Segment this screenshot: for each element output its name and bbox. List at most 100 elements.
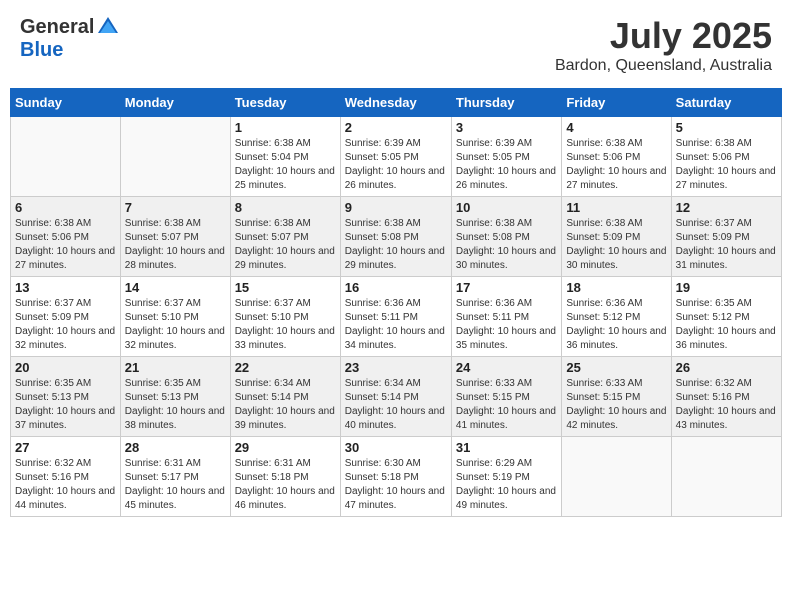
day-number: 30: [345, 440, 447, 455]
day-number: 21: [125, 360, 226, 375]
day-number: 12: [676, 200, 777, 215]
day-number: 3: [456, 120, 557, 135]
header-monday: Monday: [120, 89, 230, 117]
day-number: 15: [235, 280, 336, 295]
table-row: 27 Sunrise: 6:32 AMSunset: 5:16 PMDayligh…: [11, 437, 121, 517]
table-row: 6 Sunrise: 6:38 AMSunset: 5:06 PMDaylight…: [11, 197, 121, 277]
table-row: 12 Sunrise: 6:37 AMSunset: 5:09 PMDayligh…: [671, 197, 781, 277]
day-number: 14: [125, 280, 226, 295]
header-friday: Friday: [562, 89, 671, 117]
month-year-title: July 2025: [555, 15, 772, 57]
day-number: 18: [566, 280, 666, 295]
day-number: 29: [235, 440, 336, 455]
day-number: 6: [15, 200, 116, 215]
day-info: Sunrise: 6:31 AMSunset: 5:17 PMDaylight:…: [125, 457, 226, 513]
day-info: Sunrise: 6:33 AMSunset: 5:15 PMDaylight:…: [566, 377, 666, 433]
day-number: 19: [676, 280, 777, 295]
calendar-week-row: 20 Sunrise: 6:35 AMSunset: 5:13 PMDayligh…: [11, 357, 782, 437]
logo-blue-text: Blue: [20, 39, 63, 62]
table-row: 21 Sunrise: 6:35 AMSunset: 5:13 PMDayligh…: [120, 357, 230, 437]
day-number: 10: [456, 200, 557, 215]
table-row: [11, 117, 121, 197]
table-row: 24 Sunrise: 6:33 AMSunset: 5:15 PMDayligh…: [451, 357, 561, 437]
page-header: General Blue July 2025 Bardon, Queenslan…: [10, 10, 782, 80]
calendar-week-row: 13 Sunrise: 6:37 AMSunset: 5:09 PMDayligh…: [11, 277, 782, 357]
table-row: 22 Sunrise: 6:34 AMSunset: 5:14 PMDayligh…: [230, 357, 340, 437]
day-number: 13: [15, 280, 116, 295]
day-number: 11: [566, 200, 666, 215]
day-info: Sunrise: 6:35 AMSunset: 5:12 PMDaylight:…: [676, 297, 777, 353]
calendar-table: Sunday Monday Tuesday Wednesday Thursday…: [10, 88, 782, 517]
header-wednesday: Wednesday: [340, 89, 451, 117]
day-number: 20: [15, 360, 116, 375]
day-info: Sunrise: 6:39 AMSunset: 5:05 PMDaylight:…: [456, 137, 557, 193]
day-info: Sunrise: 6:38 AMSunset: 5:06 PMDaylight:…: [676, 137, 777, 193]
day-info: Sunrise: 6:36 AMSunset: 5:12 PMDaylight:…: [566, 297, 666, 353]
day-info: Sunrise: 6:38 AMSunset: 5:06 PMDaylight:…: [15, 217, 116, 273]
table-row: 16Sunrise: 6:36 AMSunset: 5:11 PMDayligh…: [340, 277, 451, 357]
day-info: Sunrise: 6:31 AMSunset: 5:18 PMDaylight:…: [235, 457, 336, 513]
day-info: Sunrise: 6:36 AMSunset: 5:11 PMDaylight:…: [456, 297, 557, 353]
day-info: Sunrise: 6:32 AMSunset: 5:16 PMDaylight:…: [15, 457, 116, 513]
table-row: 28Sunrise: 6:31 AMSunset: 5:17 PMDayligh…: [120, 437, 230, 517]
day-number: 27: [15, 440, 116, 455]
day-number: 4: [566, 120, 666, 135]
day-info: Sunrise: 6:35 AMSunset: 5:13 PMDaylight:…: [125, 377, 226, 433]
day-info: Sunrise: 6:37 AMSunset: 5:09 PMDaylight:…: [15, 297, 116, 353]
day-info: Sunrise: 6:37 AMSunset: 5:09 PMDaylight:…: [676, 217, 777, 273]
day-number: 8: [235, 200, 336, 215]
day-info: Sunrise: 6:38 AMSunset: 5:04 PMDaylight:…: [235, 137, 336, 193]
day-info: Sunrise: 6:38 AMSunset: 5:08 PMDaylight:…: [345, 217, 447, 273]
day-number: 5: [676, 120, 777, 135]
day-number: 25: [566, 360, 666, 375]
table-row: 2Sunrise: 6:39 AMSunset: 5:05 PMDaylight…: [340, 117, 451, 197]
logo-general-text: General: [20, 16, 94, 39]
day-number: 24: [456, 360, 557, 375]
table-row: 7 Sunrise: 6:38 AMSunset: 5:07 PMDaylight…: [120, 197, 230, 277]
table-row: 20 Sunrise: 6:35 AMSunset: 5:13 PMDayligh…: [11, 357, 121, 437]
location-subtitle: Bardon, Queensland, Australia: [555, 57, 772, 75]
day-number: 9: [345, 200, 447, 215]
day-info: Sunrise: 6:34 AMSunset: 5:14 PMDaylight:…: [345, 377, 447, 433]
table-row: [120, 117, 230, 197]
header-tuesday: Tuesday: [230, 89, 340, 117]
table-row: 14 Sunrise: 6:37 AMSunset: 5:10 PMDayligh…: [120, 277, 230, 357]
day-info: Sunrise: 6:39 AMSunset: 5:05 PMDaylight:…: [345, 137, 447, 193]
day-number: 26: [676, 360, 777, 375]
table-row: 17 Sunrise: 6:36 AMSunset: 5:11 PMDayligh…: [451, 277, 561, 357]
day-info: Sunrise: 6:29 AMSunset: 5:19 PMDaylight:…: [456, 457, 557, 513]
day-number: 22: [235, 360, 336, 375]
day-info: Sunrise: 6:38 AMSunset: 5:09 PMDaylight:…: [566, 217, 666, 273]
day-info: Sunrise: 6:35 AMSunset: 5:13 PMDaylight:…: [15, 377, 116, 433]
table-row: 3 Sunrise: 6:39 AMSunset: 5:05 PMDaylight…: [451, 117, 561, 197]
day-number: 17: [456, 280, 557, 295]
table-row: 25 Sunrise: 6:33 AMSunset: 5:15 PMDayligh…: [562, 357, 671, 437]
day-info: Sunrise: 6:36 AMSunset: 5:11 PMDaylight:…: [345, 297, 447, 353]
weekday-header-row: Sunday Monday Tuesday Wednesday Thursday…: [11, 89, 782, 117]
day-info: Sunrise: 6:33 AMSunset: 5:15 PMDaylight:…: [456, 377, 557, 433]
table-row: 15Sunrise: 6:37 AMSunset: 5:10 PMDayligh…: [230, 277, 340, 357]
table-row: 13 Sunrise: 6:37 AMSunset: 5:09 PMDayligh…: [11, 277, 121, 357]
day-info: Sunrise: 6:34 AMSunset: 5:14 PMDaylight:…: [235, 377, 336, 433]
day-number: 7: [125, 200, 226, 215]
table-row: 31 Sunrise: 6:29 AMSunset: 5:19 PMDayligh…: [451, 437, 561, 517]
calendar-week-row: 27 Sunrise: 6:32 AMSunset: 5:16 PMDayligh…: [11, 437, 782, 517]
day-info: Sunrise: 6:38 AMSunset: 5:07 PMDaylight:…: [125, 217, 226, 273]
table-row: 9 Sunrise: 6:38 AMSunset: 5:08 PMDaylight…: [340, 197, 451, 277]
table-row: 29 Sunrise: 6:31 AMSunset: 5:18 PMDayligh…: [230, 437, 340, 517]
table-row: 18 Sunrise: 6:36 AMSunset: 5:12 PMDayligh…: [562, 277, 671, 357]
logo: General Blue: [20, 15, 120, 62]
day-number: 31: [456, 440, 557, 455]
day-info: Sunrise: 6:38 AMSunset: 5:06 PMDaylight:…: [566, 137, 666, 193]
table-row: 11 Sunrise: 6:38 AMSunset: 5:09 PMDayligh…: [562, 197, 671, 277]
calendar-week-row: 6 Sunrise: 6:38 AMSunset: 5:06 PMDaylight…: [11, 197, 782, 277]
day-info: Sunrise: 6:30 AMSunset: 5:18 PMDaylight:…: [345, 457, 447, 513]
table-row: 8 Sunrise: 6:38 AMSunset: 5:07 PMDaylight…: [230, 197, 340, 277]
header-sunday: Sunday: [11, 89, 121, 117]
title-section: July 2025 Bardon, Queensland, Australia: [555, 15, 772, 75]
day-info: Sunrise: 6:38 AMSunset: 5:07 PMDaylight:…: [235, 217, 336, 273]
header-thursday: Thursday: [451, 89, 561, 117]
day-number: 23: [345, 360, 447, 375]
day-info: Sunrise: 6:37 AMSunset: 5:10 PMDaylight:…: [125, 297, 226, 353]
day-info: Sunrise: 6:32 AMSunset: 5:16 PMDaylight:…: [676, 377, 777, 433]
